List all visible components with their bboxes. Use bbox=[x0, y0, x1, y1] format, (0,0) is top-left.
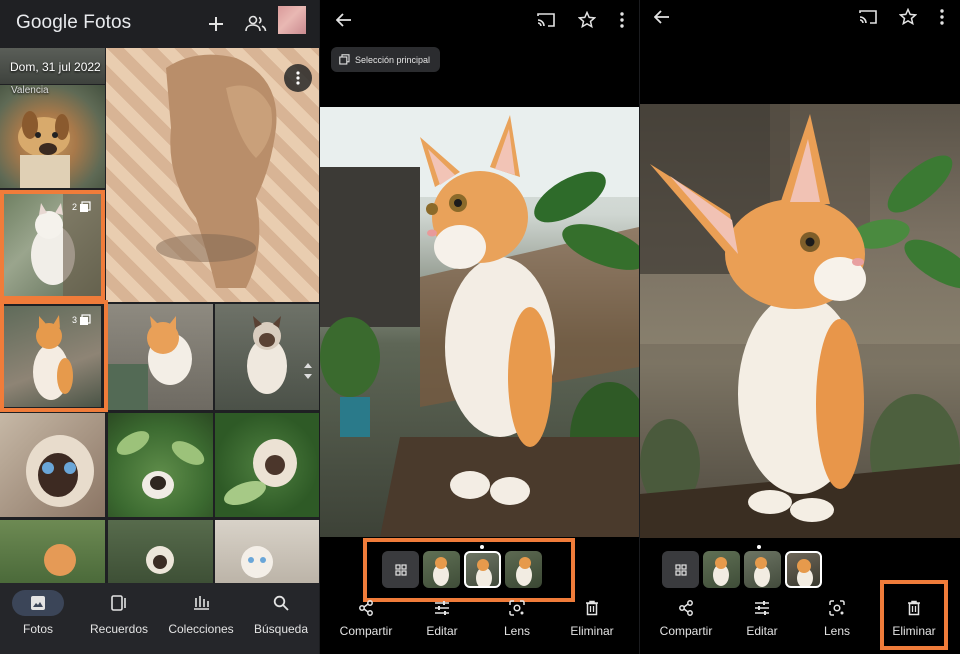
highlight-box bbox=[880, 580, 948, 650]
nav-item-busqueda[interactable]: Búsqueda bbox=[248, 583, 314, 654]
nav-item-recuerdos[interactable]: Recuerdos bbox=[84, 583, 154, 654]
share-button[interactable]: Compartir bbox=[324, 600, 408, 638]
more-options-icon[interactable] bbox=[284, 64, 312, 92]
nav-label: Colecciones bbox=[168, 622, 234, 636]
stack-thumbnail-selected[interactable] bbox=[785, 551, 822, 588]
action-label: Lens bbox=[823, 624, 851, 638]
trash-icon bbox=[586, 600, 598, 616]
app-header: Google Fotos bbox=[0, 0, 319, 48]
photo-tile-cat[interactable] bbox=[108, 304, 213, 410]
edit-sliders-icon bbox=[755, 601, 769, 615]
main-photo[interactable] bbox=[640, 104, 960, 538]
more-vert-icon[interactable] bbox=[610, 8, 634, 32]
highlight-box bbox=[0, 300, 108, 412]
star-icon[interactable] bbox=[896, 5, 920, 29]
nav-label: Búsqueda bbox=[253, 622, 309, 636]
grid-view-icon[interactable] bbox=[662, 551, 699, 588]
app-logo: Google Fotos bbox=[16, 12, 131, 34]
share-people-icon[interactable] bbox=[242, 10, 270, 38]
nav-label: Recuerdos bbox=[89, 622, 149, 636]
back-arrow-icon[interactable] bbox=[332, 8, 356, 32]
stack-thumbnail-strip bbox=[662, 551, 822, 588]
app-title-bold: Google bbox=[16, 12, 78, 33]
share-icon bbox=[679, 600, 693, 616]
action-label: Compartir bbox=[339, 624, 393, 638]
plus-icon[interactable] bbox=[202, 10, 230, 38]
action-label: Editar bbox=[746, 624, 778, 638]
edit-button[interactable]: Editar bbox=[400, 600, 484, 638]
stack-thumbnail[interactable] bbox=[744, 551, 781, 588]
chip-label: Selección principal bbox=[355, 54, 431, 65]
photos-grid-screen: Google Fotos 2 3 Dom, 31 jul 2022 Valenc… bbox=[0, 0, 319, 654]
photo-grid: 2 3 bbox=[0, 48, 319, 583]
highlight-box bbox=[0, 190, 105, 300]
cast-icon[interactable] bbox=[534, 8, 558, 32]
lens-button[interactable]: Lens bbox=[795, 600, 879, 638]
star-icon[interactable] bbox=[575, 8, 599, 32]
action-label: Lens bbox=[503, 624, 531, 638]
edit-button[interactable]: Editar bbox=[720, 600, 804, 638]
photo-viewer-alternate: Compartir Editar Lens Eliminar bbox=[640, 0, 960, 654]
share-icon bbox=[359, 600, 373, 616]
stack-thumbnail[interactable] bbox=[703, 551, 740, 588]
app-title-rest: Fotos bbox=[77, 12, 132, 33]
lens-icon bbox=[829, 600, 845, 616]
collections-icon bbox=[175, 590, 227, 616]
photo-tile-siamese-plant[interactable] bbox=[215, 413, 319, 517]
photo-tile[interactable] bbox=[215, 520, 319, 583]
edit-sliders-icon bbox=[435, 601, 449, 615]
photo-tile-plant-cat[interactable] bbox=[108, 413, 213, 517]
nav-item-fotos[interactable]: Fotos bbox=[8, 583, 68, 654]
avatar[interactable] bbox=[278, 6, 306, 34]
main-photo[interactable] bbox=[320, 107, 639, 537]
photo-tile-dog[interactable] bbox=[0, 85, 105, 188]
search-icon bbox=[255, 590, 307, 616]
location-label: Valencia bbox=[11, 85, 49, 96]
share-button[interactable]: Compartir bbox=[644, 600, 728, 638]
more-vert-icon[interactable] bbox=[930, 5, 954, 29]
action-label: Compartir bbox=[659, 624, 713, 638]
lens-icon bbox=[509, 600, 525, 616]
photo-tile[interactable] bbox=[0, 520, 105, 583]
action-label: Editar bbox=[426, 624, 458, 638]
selection-indicator bbox=[757, 545, 761, 549]
photo-viewer-stack: Selección principal Compartir Editar Len… bbox=[320, 0, 639, 654]
back-arrow-icon[interactable] bbox=[650, 5, 674, 29]
photo-tile-siamese-face[interactable] bbox=[0, 413, 105, 517]
photo-tile[interactable] bbox=[108, 520, 213, 583]
bottom-navigation: Fotos Recuerdos Colecciones Búsqueda bbox=[0, 583, 319, 654]
date-heading: Dom, 31 jul 2022 bbox=[10, 60, 101, 74]
top-pick-chip[interactable]: Selección principal bbox=[331, 47, 441, 72]
photo-icon bbox=[12, 590, 64, 616]
nav-label: Fotos bbox=[22, 622, 53, 636]
action-label: Eliminar bbox=[570, 624, 614, 638]
lens-button[interactable]: Lens bbox=[475, 600, 559, 638]
memories-icon bbox=[93, 590, 145, 616]
scroll-handle[interactable] bbox=[300, 358, 316, 384]
highlight-box bbox=[363, 538, 575, 602]
photo-tile-siamese[interactable] bbox=[215, 304, 319, 410]
cast-icon[interactable] bbox=[856, 5, 880, 29]
stack-icon bbox=[339, 54, 350, 65]
delete-button[interactable]: Eliminar bbox=[550, 600, 634, 638]
nav-item-colecciones[interactable]: Colecciones bbox=[163, 583, 239, 654]
